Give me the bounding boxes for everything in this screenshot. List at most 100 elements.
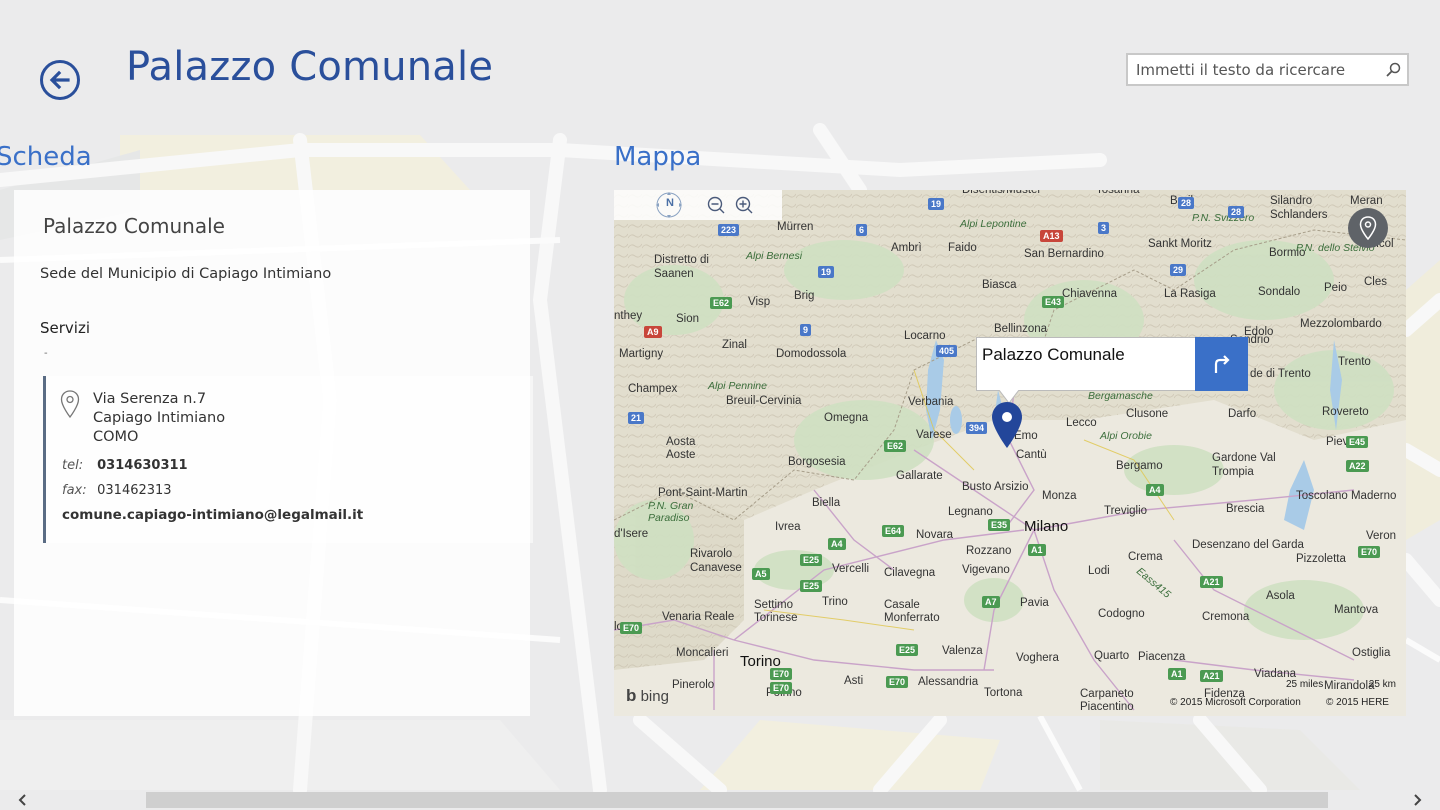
scroll-right-button[interactable] [1408,791,1426,809]
road-shield: A21 [1200,670,1223,682]
map-place-label: Quarto [1094,650,1130,662]
road-shield: 9 [800,324,812,336]
map-place-label: Veron [1366,530,1397,542]
map-place-label: Chiavenna [1062,288,1117,300]
zoom-out-button[interactable] [702,190,730,220]
scale-km: 25 km [1368,679,1396,690]
map-place-label: Varese [916,429,952,441]
scrollbar-thumb[interactable] [146,792,1328,808]
copyright-microsoft: © 2015 Microsoft Corporation [1170,697,1301,708]
road-shield: 3 [1098,222,1110,234]
map-place-label: Sondalo [1258,286,1301,298]
map-place-label: Meran [1350,195,1383,207]
map-place-label: Asola [1266,590,1295,602]
map-place-label: Peio [1324,282,1348,294]
map-place-label: Mezzolombardo [1300,318,1382,330]
map-place-label: Moncalieri [676,647,729,659]
map-place-label: Alpi Pennine [708,380,767,392]
road-shield: A4 [828,538,846,550]
map-place-label: Mantova [1334,604,1379,616]
road-shield: 223 [718,224,740,236]
scroll-left-button[interactable] [14,791,32,809]
map-place-label: Sion [676,313,700,325]
page-title: Palazzo Comunale [126,44,494,90]
address-province: COMO [93,429,139,445]
road-shield: E25 [896,644,919,656]
road-shield: E35 [988,519,1011,531]
road-shield: E25 [800,554,823,566]
map-place-label: Rovereto [1322,406,1369,418]
road-shield: E45 [1346,436,1369,448]
map-place-label: Trino [822,596,848,608]
map-terrain [614,190,1406,716]
map-view[interactable]: Disentis/MustérTosannaBrailP.N. Svizzero… [614,190,1406,716]
horizontal-scrollbar[interactable] [0,790,1440,810]
popup-title: Palazzo Comunale [982,345,1125,364]
detail-card: Palazzo Comunale Sede del Municipio di C… [14,190,533,716]
map-place-label: Settimo [754,599,793,611]
map-place-label: Bergamo [1116,460,1163,472]
zoom-in-button[interactable] [730,190,758,220]
map-place-label: Vigevano [962,564,1010,576]
map-place-label: Codogno [1098,608,1145,620]
map-place-label: Bergamasche [1088,390,1153,402]
map-place-label: Crema [1128,551,1163,563]
road-shield: E70 [770,682,793,694]
map-place-label: Breuil-Cervinia [726,395,802,407]
road-shield: A9 [644,326,662,338]
map-place-label: Pinerolo [672,679,715,691]
map-place-label: Biasca [982,279,1017,291]
map-place-label: Trento [1338,356,1371,368]
card-subtitle: Sede del Municipio di Capiago Intimiano [40,266,332,282]
map-place-label: Domodossola [776,348,847,360]
map-marker-icon [992,402,1022,448]
map-controls: N [614,190,782,220]
email-link[interactable]: comune.capiago-intimiano@legalmail.it [62,507,363,523]
card-title: Palazzo Comunale [43,214,225,238]
address-street: Via Serenza n.7 [93,391,207,407]
map-place-label: La Rasiga [1164,288,1216,300]
road-shield: A5 [752,568,770,580]
map-place-label: Brig [794,290,815,302]
map-place-label: P.N. Gran [648,500,694,512]
fax-value: 031462313 [97,483,172,498]
map-place-label: Busto Arsizio [962,481,1029,493]
map-popup[interactable]: Palazzo Comunale [976,337,1248,391]
road-shield: 19 [928,198,945,210]
map-place-label: Alpi Orobie [1100,430,1152,442]
map-place-label: Lecco [1066,417,1097,429]
search-icon[interactable] [1379,56,1407,84]
map-place-label: Trompia [1212,466,1254,478]
chevron-left-icon [18,794,26,806]
back-button[interactable] [40,60,80,100]
directions-icon [1214,355,1230,373]
map-place-label: Aoste [666,449,696,461]
map-place-label: Pont-Saint-Martin [658,487,748,499]
locate-me-button[interactable] [1348,208,1388,248]
road-shield: A22 [1346,460,1369,472]
map-place-label: Verbania [908,396,954,408]
directions-button[interactable] [1195,337,1248,391]
search-input[interactable] [1128,55,1379,84]
map-place-label: Venaria Reale [662,611,735,623]
map-place-label: Champex [628,383,678,395]
map-place-label: Visp [748,296,771,308]
road-shield: 29 [1170,264,1187,276]
map-place-label: Pavia [1020,597,1049,609]
fax-label: fax: [62,483,87,498]
map-place-label: Tortona [984,687,1023,699]
services-value: - [44,348,48,359]
location-pin-icon [60,390,80,422]
map-place-label: Faido [948,242,977,254]
map-place-label: Casale [884,599,920,611]
search-box[interactable] [1126,53,1409,86]
map-place-label: d'Isere [614,528,649,540]
map-place-label: Piacentino [1080,701,1134,713]
map-place-label: San Bernardino [1024,248,1104,260]
road-shield: E70 [620,622,643,634]
map-place-label: Borgosesia [788,456,846,468]
zoom-out-icon [707,196,725,214]
map-place-label: Monferrato [884,612,940,624]
tel-value[interactable]: 0314630311 [97,458,187,473]
address: Via Serenza n.7 Capiago Intimiano COMO [93,390,225,447]
